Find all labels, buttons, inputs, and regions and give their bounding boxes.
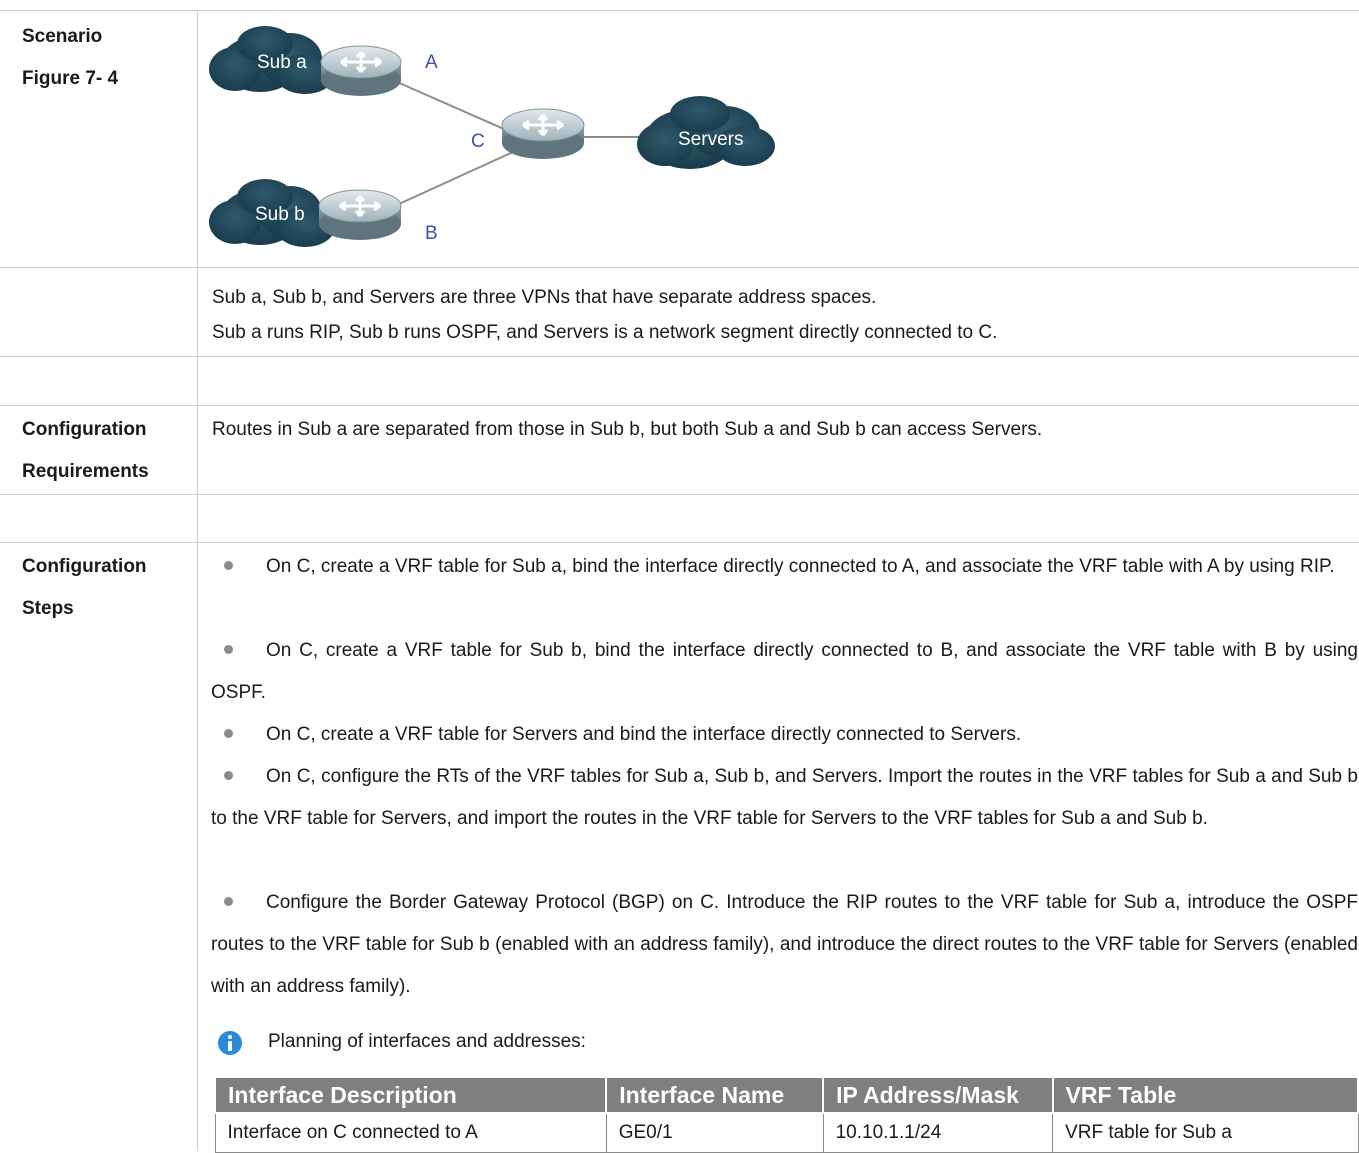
header-interface-description: Interface Description	[213, 1076, 608, 1114]
row-divider	[0, 267, 1359, 268]
steps-label-line1: Configuration	[22, 556, 147, 577]
bullet-icon	[224, 896, 233, 906]
link-b-c	[387, 151, 514, 210]
info-icon	[218, 1031, 242, 1055]
step-item: On C, create a VRF table for Servers and…	[211, 714, 1358, 756]
step-item: Configure the Border Gateway Protocol (B…	[211, 892, 1358, 997]
router-a-icon	[320, 45, 402, 96]
cell-interface-description: Interface on C connected to A	[214, 1112, 607, 1153]
row-divider	[0, 405, 1359, 406]
cell-ip-address-mask: 10.10.1.1/24	[822, 1112, 1054, 1153]
header-vrf-table: VRF Table	[1051, 1076, 1359, 1114]
steps-label-line2: Steps	[22, 598, 74, 619]
step-item: On C, create a VRF table for Sub b, bind…	[211, 640, 1358, 703]
column-divider	[197, 10, 198, 1151]
table-row: Interface on C connected to A GE0/1 10.1…	[214, 1112, 1359, 1153]
step-item: On C, configure the RTs of the VRF table…	[211, 766, 1358, 829]
row-divider	[0, 494, 1359, 495]
link-a-c	[387, 77, 514, 134]
router-b-icon	[318, 189, 402, 240]
cell-interface-name: GE0/1	[605, 1112, 824, 1153]
interface-table: Interface Description Interface Name IP …	[213, 1076, 1359, 1153]
table-header-row: Interface Description Interface Name IP …	[213, 1076, 1359, 1114]
cloud-sub-b-label: Sub b	[255, 204, 305, 225]
requirements-label-line2: Requirements	[22, 461, 149, 482]
header-interface-name: Interface Name	[605, 1076, 825, 1114]
cell-vrf-table: VRF table for Sub a	[1052, 1112, 1359, 1153]
bullet-icon	[224, 644, 233, 654]
router-c-icon	[501, 108, 585, 159]
header-ip-address-mask: IP Address/Mask	[822, 1076, 1054, 1114]
cloud-servers-label: Servers	[678, 129, 743, 150]
router-b-label: B	[425, 223, 438, 244]
steps-label: Configuration Steps	[22, 546, 147, 630]
table-border-top	[0, 10, 1359, 11]
requirements-text: Routes in Sub a are separated from those…	[212, 419, 1043, 440]
scenario-label-line1: Scenario	[22, 26, 103, 47]
topology-diagram: Sub a A C Servers Sub b B	[209, 26, 775, 247]
router-c-label: C	[471, 131, 485, 152]
note-text: Planning of interfaces and addresses:	[268, 1031, 586, 1052]
row-divider	[0, 542, 1359, 543]
bullet-icon	[224, 770, 233, 780]
bullet-icon	[224, 560, 233, 570]
scenario-label: Scenario Figure 7- 4	[22, 16, 118, 100]
figure-label: Figure 7- 4	[22, 68, 119, 89]
router-a-label: A	[425, 52, 438, 73]
requirements-label: Configuration Requirements	[22, 409, 149, 493]
requirements-label-line1: Configuration	[22, 419, 147, 440]
cloud-sub-a-label: Sub a	[257, 52, 307, 73]
step-item: On C, create a VRF table for Sub a, bind…	[211, 546, 1358, 588]
bullet-icon	[224, 728, 233, 738]
row-divider	[0, 356, 1359, 357]
description-line2: Sub a runs RIP, Sub b runs OSPF, and Ser…	[212, 322, 998, 343]
